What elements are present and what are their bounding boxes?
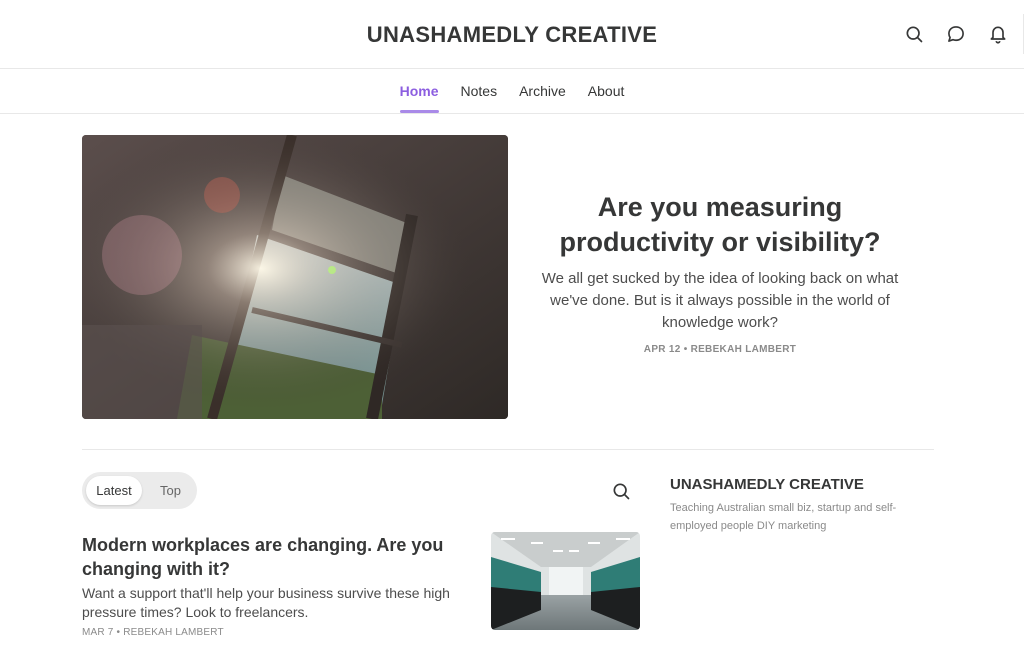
feed-sort-toggle: Latest Top xyxy=(82,472,197,509)
section-divider xyxy=(82,449,934,450)
site-title[interactable]: UNASHAMEDLY CREATIVE xyxy=(0,22,1024,48)
post-meta: MAR 7 • REBEKAH LAMBERT xyxy=(82,627,224,638)
nav-archive[interactable]: Archive xyxy=(519,69,566,113)
post-subtitle: Want a support that'll help your busines… xyxy=(82,585,450,620)
tab-latest[interactable]: Latest xyxy=(86,476,142,505)
featured-post-title[interactable]: Are you measuring productivity or visibi… xyxy=(530,190,910,260)
featured-post-image[interactable] xyxy=(82,135,508,419)
featured-post: Are you measuring productivity or visibi… xyxy=(530,190,910,355)
tab-top[interactable]: Top xyxy=(160,476,181,505)
nav-home[interactable]: Home xyxy=(399,69,439,113)
office-photo xyxy=(491,532,640,630)
chat-icon[interactable] xyxy=(946,24,966,44)
post-thumbnail[interactable] xyxy=(491,532,640,630)
search-icon[interactable] xyxy=(904,24,924,44)
header-actions xyxy=(904,24,1008,44)
top-bar: UNASHAMEDLY CREATIVE xyxy=(0,0,1024,69)
search-icon[interactable] xyxy=(611,481,631,501)
nav-notes[interactable]: Notes xyxy=(461,69,498,113)
window-photo xyxy=(82,135,508,419)
sidebar-description: Teaching Australian small biz, startup a… xyxy=(670,502,897,532)
featured-post-meta: APR 12 • REBEKAH LAMBERT xyxy=(643,344,797,355)
nav-about[interactable]: About xyxy=(588,69,625,113)
main-nav: Home Notes Archive About xyxy=(0,69,1024,114)
sidebar-title[interactable]: UNASHAMEDLY CREATIVE xyxy=(670,476,930,493)
featured-post-subtitle: We all get sucked by the idea of looking… xyxy=(541,270,899,331)
post-title[interactable]: Modern workplaces are changing. Are you … xyxy=(82,533,452,581)
bell-icon[interactable] xyxy=(988,24,1008,44)
post-list-item: Modern workplaces are changing. Are you … xyxy=(82,533,452,638)
publication-sidebar: UNASHAMEDLY CREATIVE Teaching Australian… xyxy=(670,476,930,535)
